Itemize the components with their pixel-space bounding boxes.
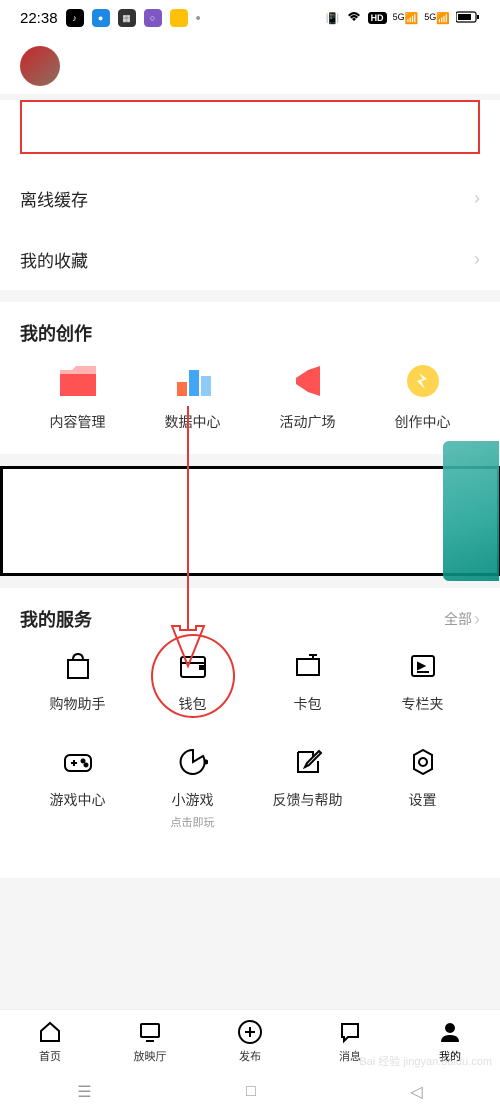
signal-5g-2: 5G — [424, 12, 436, 22]
my-favorites-label: 我的收藏 — [20, 247, 88, 272]
user-avatar[interactable] — [20, 46, 60, 86]
plus-circle-icon — [237, 1019, 263, 1045]
nav-label: 消息 — [339, 1048, 361, 1064]
app-icon-4 — [170, 9, 188, 27]
service-label: 购物助手 — [50, 694, 106, 714]
services-title: 我的服务 — [20, 606, 92, 632]
folder-icon — [57, 360, 99, 402]
edit-icon — [288, 742, 328, 782]
service-sublabel: 点击即玩 — [171, 814, 215, 830]
services-card: 我的服务 全部 › 购物助手 钱包 卡包 — [0, 588, 500, 878]
chevron-right-icon: › — [474, 188, 480, 209]
nav-label: 首页 — [39, 1048, 61, 1064]
service-label: 反馈与帮助 — [273, 790, 343, 810]
service-shopping-assistant[interactable]: 购物助手 — [20, 646, 135, 714]
sys-back-icon[interactable]: ◁ — [410, 1082, 422, 1102]
tile-label: 创作中心 — [395, 412, 451, 432]
signal-bars-1: 📶 — [405, 12, 419, 25]
vibrate-icon: 📳 — [326, 12, 340, 25]
wallet-icon — [173, 646, 213, 686]
app-icon-2: ▦ — [118, 9, 136, 27]
service-label: 卡包 — [294, 694, 322, 714]
status-time: 22:38 — [20, 10, 58, 27]
sys-home-icon[interactable]: □ — [246, 1083, 256, 1101]
service-label: 小游戏 — [172, 790, 214, 810]
nav-cinema[interactable]: 放映厅 — [100, 1010, 200, 1073]
more-dot: • — [196, 10, 201, 27]
banner-illustration — [443, 441, 499, 581]
my-favorites-item[interactable]: 我的收藏 › — [0, 229, 500, 290]
service-label: 钱包 — [179, 694, 207, 714]
service-game-center[interactable]: 游戏中心 — [20, 742, 135, 830]
service-label: 专栏夹 — [402, 694, 444, 714]
system-nav: ☰ □ ◁ — [0, 1073, 500, 1111]
service-feedback-help[interactable]: 反馈与帮助 — [250, 742, 365, 830]
service-wallet[interactable]: 钱包 — [135, 646, 250, 714]
playlist-icon — [403, 646, 443, 686]
service-column-folder[interactable]: 专栏夹 — [365, 646, 480, 714]
service-label: 设置 — [409, 790, 437, 810]
pacman-icon — [173, 742, 213, 782]
sys-menu-icon[interactable]: ☰ — [77, 1082, 91, 1102]
signal-bars-2: 📶 — [436, 12, 450, 25]
watermark: Bai 经验 jingyan.baidu.com — [359, 1053, 492, 1069]
gamepad-icon — [58, 742, 98, 782]
nav-home[interactable]: 首页 — [0, 1010, 100, 1073]
megaphone-icon — [287, 360, 329, 402]
lightbulb-icon — [402, 360, 444, 402]
service-settings[interactable]: 设置 — [365, 742, 480, 830]
signal-5g-1: 5G — [393, 12, 405, 22]
hd-badge: HD — [368, 12, 387, 24]
tile-label: 活动广场 — [280, 412, 336, 432]
app-icon-3: ○ — [144, 9, 162, 27]
chart-icon — [172, 360, 214, 402]
bag-icon — [58, 646, 98, 686]
profile-header — [0, 36, 500, 94]
wifi-icon — [346, 11, 362, 26]
battery-icon — [456, 11, 480, 26]
screen-icon — [137, 1019, 163, 1045]
tile-data-center[interactable]: 数据中心 — [135, 360, 250, 432]
card-icon — [288, 646, 328, 686]
tile-label: 内容管理 — [50, 412, 106, 432]
chevron-right-icon: › — [474, 609, 480, 630]
tile-creation-center[interactable]: 创作中心 — [365, 360, 480, 432]
service-card-pack[interactable]: 卡包 — [250, 646, 365, 714]
annotation-redbox-1 — [20, 100, 480, 154]
services-more-link[interactable]: 全部 › — [444, 609, 480, 630]
home-icon — [37, 1019, 63, 1045]
nav-label: 发布 — [239, 1048, 261, 1064]
quick-links-card: 离线缓存 › 我的收藏 › — [0, 168, 500, 290]
tile-activity-plaza[interactable]: 活动广场 — [250, 360, 365, 432]
tiktok-icon: ♪ — [66, 9, 84, 27]
person-icon — [437, 1019, 463, 1045]
offline-cache-label: 离线缓存 — [20, 186, 88, 211]
nav-label: 放映厅 — [134, 1048, 167, 1064]
status-bar: 22:38 ♪ ● ▦ ○ • 📳 HD 5G📶 5G📶 — [0, 0, 500, 36]
creation-card: 我的创作 内容管理 数据中心 活动广场 创作中心 — [0, 302, 500, 454]
more-label: 全部 — [444, 609, 472, 629]
tile-label: 数据中心 — [165, 412, 221, 432]
offline-cache-item[interactable]: 离线缓存 › — [0, 168, 500, 229]
app-icon-1: ● — [92, 9, 110, 27]
service-label: 游戏中心 — [50, 790, 106, 810]
tile-content-manage[interactable]: 内容管理 — [20, 360, 135, 432]
chevron-right-icon: › — [474, 249, 480, 270]
nav-publish[interactable]: 发布 — [200, 1010, 300, 1073]
settings-icon — [403, 742, 443, 782]
service-mini-game[interactable]: 小游戏 点击即玩 — [135, 742, 250, 830]
annotation-blackbox — [0, 466, 500, 576]
chat-icon — [337, 1019, 363, 1045]
creation-title: 我的创作 — [0, 302, 500, 360]
